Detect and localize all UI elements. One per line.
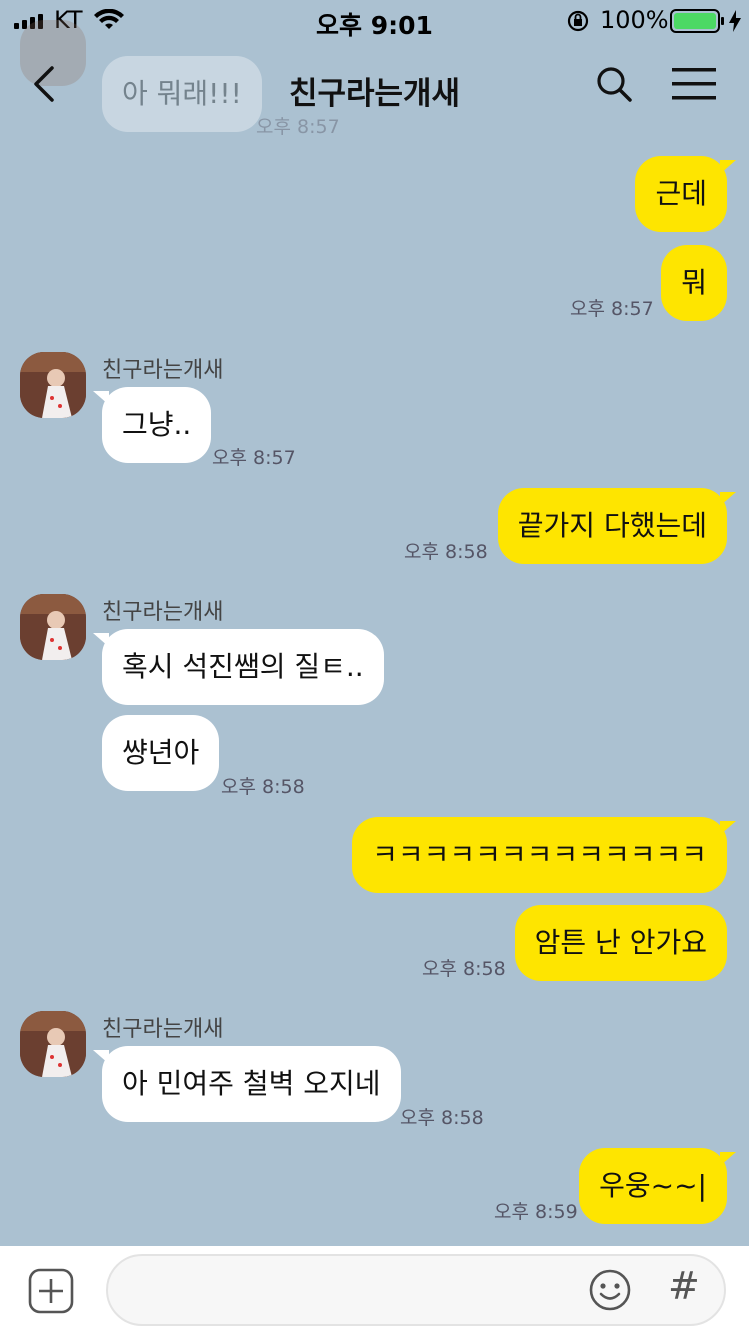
sender-name: 친구라는개새 <box>102 600 224 625</box>
message-time: 오후 8:58 <box>404 541 488 563</box>
message-time: 오후 8:58 <box>400 1107 484 1129</box>
message-time: 오후 8:59 <box>494 1201 578 1223</box>
avatar[interactable] <box>20 594 86 660</box>
message-bubble: 암튼 난 안가요 <box>514 905 727 981</box>
emoji-icon[interactable] <box>588 1268 632 1312</box>
sender-name: 친구라는개새 <box>102 358 224 383</box>
message-bubble: 혹시 석진쌤의 질ㅌ.. <box>93 629 384 705</box>
message-input[interactable] <box>106 1254 726 1326</box>
message-bubble: 썅년아 <box>102 715 220 791</box>
avatar[interactable] <box>20 352 86 418</box>
message-bubble: 아 민여주 철벽 오지네 <box>93 1046 401 1122</box>
menu-icon[interactable] <box>672 67 716 101</box>
message-bubble: 뭐 <box>661 245 727 321</box>
avatar[interactable] <box>20 1011 86 1077</box>
add-attachment-icon[interactable] <box>28 1268 74 1314</box>
search-icon[interactable] <box>594 64 634 104</box>
message-bubble: 끝가지 다했는데 <box>497 488 737 564</box>
orientation-lock-icon <box>567 10 589 32</box>
message-bubble: 그냥.. <box>92 387 212 463</box>
message-time: 오후 8:58 <box>221 776 305 798</box>
message-time: 오후 8:57 <box>570 298 654 320</box>
chat-title: 친구라는개새 <box>288 76 461 112</box>
battery-percent: 100% <box>600 6 669 34</box>
message-bubble: ㅋㅋㅋㅋㅋㅋㅋㅋㅋㅋㅋㅋㅋ <box>352 817 736 893</box>
hashtag-search-button[interactable]: # <box>668 1264 700 1308</box>
status-bar: KT 오후 9:01 100% <box>0 0 749 40</box>
charging-bolt-icon <box>729 10 741 32</box>
message-time: 오후 8:57 <box>256 116 340 138</box>
message-time: 오후 8:58 <box>422 958 506 980</box>
message-bubble: 근데 <box>635 156 736 232</box>
message-time: 오후 8:57 <box>212 447 296 469</box>
sender-name: 친구라는개새 <box>102 1017 224 1042</box>
battery-icon <box>670 9 724 33</box>
message-bubble: 우웅~~| <box>579 1148 736 1224</box>
